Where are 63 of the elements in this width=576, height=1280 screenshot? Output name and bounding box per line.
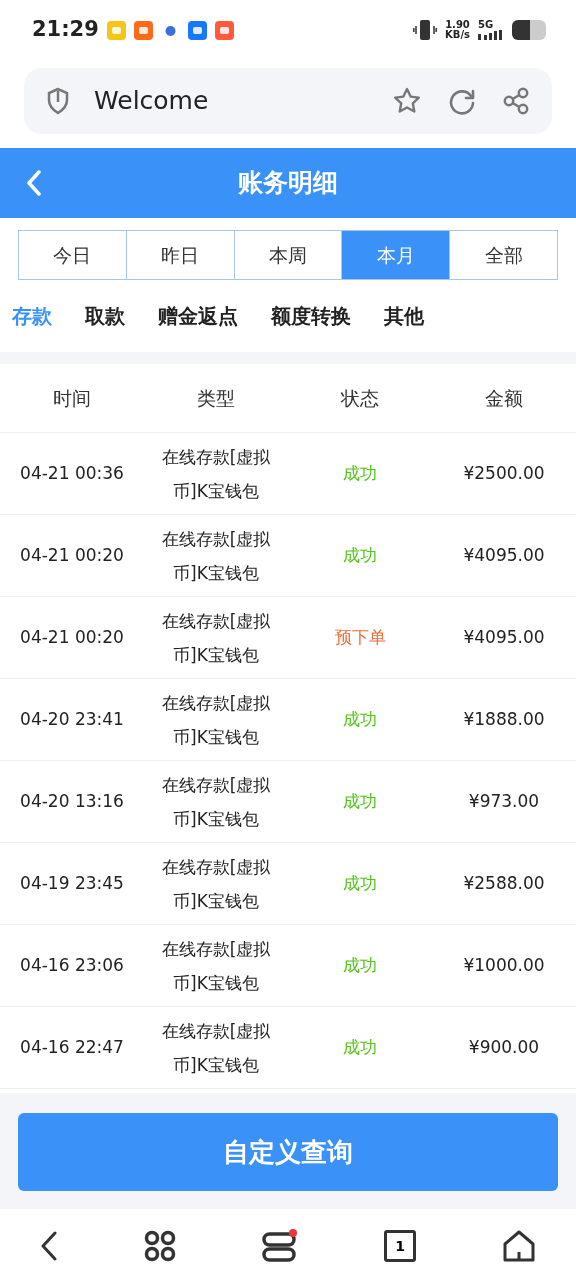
address-bar[interactable]: Welcome <box>24 68 552 134</box>
table-cell-text: 在线存款[虚拟币]K宝钱包 <box>160 1019 272 1077</box>
table-cell-text: ¥973.00 <box>467 789 541 813</box>
table-cell-text: 在线存款[虚拟币]K宝钱包 <box>160 445 272 503</box>
table-cell-text: 04-19 23:45 <box>19 871 125 895</box>
star-icon[interactable] <box>392 86 422 116</box>
table-cell-text: ¥4095.00 <box>462 625 546 649</box>
back-icon[interactable] <box>40 1231 58 1261</box>
app-icon <box>214 20 234 40</box>
status-text: 成功 <box>343 1035 377 1059</box>
table-cell-text: ¥1000.00 <box>462 953 546 977</box>
table-cell-text: ¥4095.00 <box>462 543 546 567</box>
table-cell-text: 04-21 00:20 <box>19 625 125 649</box>
app-icon <box>106 20 126 40</box>
category-tab[interactable]: 取款 <box>85 301 125 331</box>
shield-icon <box>46 87 70 115</box>
column-header: 类型 <box>196 385 236 411</box>
tabs-button[interactable]: 1 <box>384 1230 416 1262</box>
command-icon[interactable] <box>144 1230 176 1262</box>
table-cell-text: ¥1888.00 <box>462 707 546 731</box>
status-text: 成功 <box>343 707 377 731</box>
column-header: 状态 <box>340 385 380 411</box>
table-cell-text: 在线存款[虚拟币]K宝钱包 <box>160 609 272 667</box>
table-cell-text: 在线存款[虚拟币]K宝钱包 <box>160 773 272 831</box>
speed-unit-text: KB/s <box>445 30 470 40</box>
column-header: 金额 <box>484 385 524 411</box>
share-icon[interactable] <box>502 87 530 115</box>
status-text: 成功 <box>343 871 377 895</box>
table-cell-text: 04-20 13:16 <box>19 789 125 813</box>
network-type-text: 5G <box>478 20 494 30</box>
app-icon <box>187 20 207 40</box>
table-cell-text: 在线存款[虚拟币]K宝钱包 <box>160 855 272 913</box>
status-text: 预下单 <box>334 625 386 649</box>
category-tab[interactable]: 其他 <box>384 301 424 331</box>
table-cell-text: 04-20 23:41 <box>19 707 125 731</box>
column-header: 时间 <box>52 385 92 411</box>
clock-text: 21:29 <box>32 16 99 44</box>
table-cell-text: 在线存款[虚拟币]K宝钱包 <box>160 691 272 749</box>
table-cell-text: 04-21 00:20 <box>19 543 125 567</box>
category-tab[interactable]: 赠金返点 <box>158 301 238 331</box>
menu-icon[interactable] <box>262 1229 298 1263</box>
table-cell-text: 在线存款[虚拟币]K宝钱包 <box>160 937 272 995</box>
page-title: Welcome <box>94 85 209 118</box>
table-cell-text: ¥2588.00 <box>462 871 546 895</box>
speed-text: 1.90 <box>445 20 470 30</box>
table-cell-text: ¥900.00 <box>467 1035 541 1059</box>
refresh-icon[interactable] <box>448 87 476 115</box>
status-text: 成功 <box>343 789 377 813</box>
battery-icon <box>512 20 546 40</box>
header-title: 账务明细 <box>238 167 338 200</box>
home-icon[interactable] <box>502 1230 536 1262</box>
status-text: 成功 <box>343 461 377 485</box>
app-icon <box>133 20 153 40</box>
table-cell-text: ¥2500.00 <box>462 461 546 485</box>
vibrate-icon <box>413 19 437 41</box>
table-cell-text: 04-16 22:47 <box>19 1035 125 1059</box>
category-tab[interactable]: 额度转换 <box>271 301 351 331</box>
table-cell-text: 在线存款[虚拟币]K宝钱包 <box>160 527 272 585</box>
table-cell-text: 04-21 00:36 <box>19 461 125 485</box>
signal-icon <box>478 30 504 40</box>
status-text: 成功 <box>343 953 377 977</box>
table-cell-text: 04-16 23:06 <box>19 953 125 977</box>
status-text: 成功 <box>343 543 377 567</box>
